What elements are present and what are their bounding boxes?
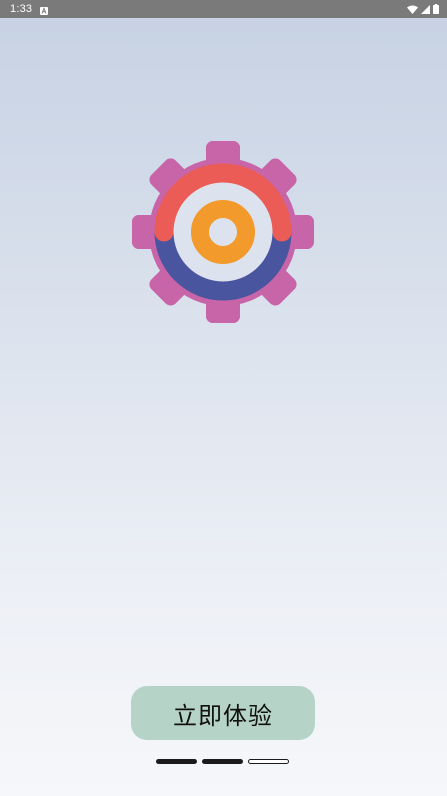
cellular-signal-icon [421,4,430,14]
try-now-button[interactable]: 立即体验 [131,686,315,740]
wifi-icon [407,5,418,14]
logo-rings [154,163,292,301]
battery-icon [433,4,439,14]
page-indicator-dot-2 [202,758,243,764]
status-time: 1:33 [10,3,33,15]
notification-a-icon [40,5,49,15]
page-indicator [156,757,289,765]
onboarding-screen: 1:33 立即体验 [0,0,447,796]
status-bar: 1:33 [0,0,447,18]
page-indicator-dot-3 [248,758,289,764]
app-logo [130,141,318,324]
gear-target-icon [132,141,314,323]
page-indicator-dot-1 [156,758,197,764]
